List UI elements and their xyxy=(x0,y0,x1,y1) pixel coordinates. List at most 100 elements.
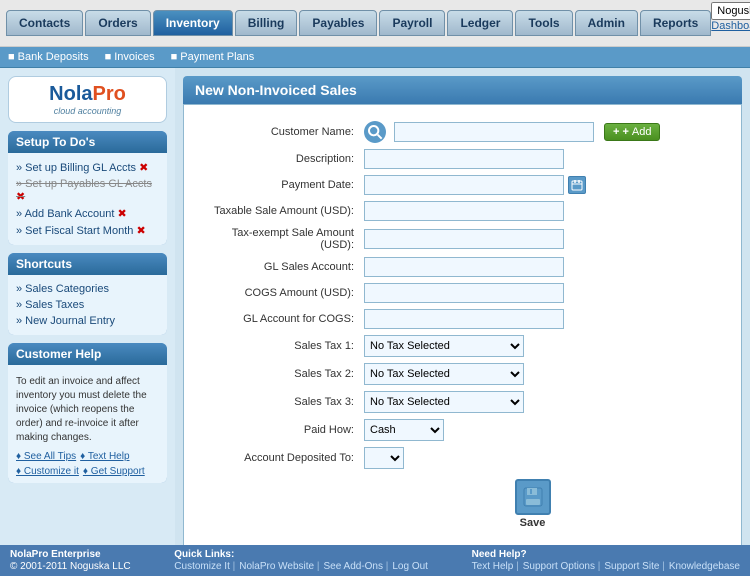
logo-pro: Pro xyxy=(93,83,126,105)
sales-tax1-label: Sales Tax 1: xyxy=(204,340,364,352)
payment-date-row: Payment Date: 2011-07-01 xyxy=(204,175,721,195)
paid-how-select[interactable]: Cash xyxy=(364,419,444,441)
customize-link[interactable]: ♦ Customize it xyxy=(16,466,79,477)
taxable-sale-input-wrap xyxy=(364,201,721,221)
sales-tax1-select[interactable]: No Tax Selected Tax Selected xyxy=(364,335,524,357)
footer-quicklinks-label: Quick Links: xyxy=(174,549,428,560)
save-button-area[interactable]: Save xyxy=(344,479,721,529)
add-button[interactable]: + Add xyxy=(604,123,660,141)
sales-tax3-input-wrap: No Tax Selected Tax Selected xyxy=(364,391,721,413)
tax-exempt-field[interactable] xyxy=(364,229,564,249)
gl-cogs-label: GL Account for COGS: xyxy=(204,313,364,325)
shortcut-new-journal[interactable]: » New Journal Entry xyxy=(16,313,159,329)
setup-item-2[interactable]: » Add Bank Account ✖ xyxy=(16,205,159,222)
get-support-link[interactable]: ♦ Get Support xyxy=(83,466,145,477)
customer-help-content: To edit an invoice and affect inventory … xyxy=(8,365,167,483)
tab-reports[interactable]: Reports xyxy=(640,10,711,36)
tab-inventory[interactable]: Inventory xyxy=(153,10,233,36)
gl-cogs-row: GL Account for COGS: xyxy=(204,309,721,329)
tab-ledger[interactable]: Ledger xyxy=(447,10,513,36)
tax-exempt-label: Tax-exempt Sale Amount (USD): xyxy=(204,227,364,251)
subnav-invoices[interactable]: ■ Invoices xyxy=(105,51,155,63)
account-deposited-input-wrap xyxy=(364,447,721,469)
search-icon xyxy=(367,124,383,140)
tab-admin[interactable]: Admin xyxy=(575,10,638,36)
save-label: Save xyxy=(520,517,546,529)
taxable-sale-field[interactable] xyxy=(364,201,564,221)
sales-tax2-input-wrap: No Tax Selected Tax Selected xyxy=(364,363,721,385)
setup-todos-box: Setup To Do's » Set up Billing GL Accts … xyxy=(8,131,167,245)
dashboard-link[interactable]: Dashboard xyxy=(711,20,750,44)
logo: NolaPro xyxy=(15,83,160,106)
save-icon xyxy=(515,479,551,515)
taxable-sale-label: Taxable Sale Amount (USD): xyxy=(204,205,364,217)
search-icon-wrap xyxy=(364,121,386,143)
cogs-amount-field[interactable] xyxy=(364,283,564,303)
sales-tax2-select[interactable]: No Tax Selected Tax Selected xyxy=(364,363,524,385)
shortcuts-box: Shortcuts » Sales Categories » Sales Tax… xyxy=(8,253,167,335)
form-area: Customer Name: + Add Description: xyxy=(183,104,742,545)
tab-orders[interactable]: Orders xyxy=(85,10,150,36)
footer-quicklinks-col: Quick Links: Customize It NolaPro Websit… xyxy=(174,549,428,572)
setup-item-1[interactable]: » Set up Payables GL Accts ✖ xyxy=(16,176,159,205)
payment-plans-icon: ■ xyxy=(171,51,178,63)
subnav-payment-plans[interactable]: ■ Payment Plans xyxy=(171,51,255,63)
cogs-amount-row: COGS Amount (USD): xyxy=(204,283,721,303)
gl-sales-row: GL Sales Account: xyxy=(204,257,721,277)
invoices-icon: ■ xyxy=(105,51,112,63)
text-help-link[interactable]: ♦ Text Help xyxy=(80,451,129,462)
sales-tax2-label: Sales Tax 2: xyxy=(204,368,364,380)
customer-name-row: Customer Name: + Add xyxy=(204,121,721,143)
footer-brand-col: NolaPro Enterprise © 2001-2011 Noguska L… xyxy=(10,549,131,572)
main-content: New Non-Invoiced Sales Customer Name: + … xyxy=(175,68,750,545)
customer-help-title: Customer Help xyxy=(8,343,167,365)
shortcut-sales-taxes[interactable]: » Sales Taxes xyxy=(16,297,159,313)
top-right: Noguska LLC Dashboard Log Out xyxy=(711,2,750,44)
calendar-icon[interactable] xyxy=(568,176,586,194)
tab-contacts[interactable]: Contacts xyxy=(6,10,83,36)
shortcuts-content: » Sales Categories » Sales Taxes » New J… xyxy=(8,275,167,335)
payment-date-field[interactable]: 2011-07-01 xyxy=(364,175,564,195)
sales-tax2-row: Sales Tax 2: No Tax Selected Tax Selecte… xyxy=(204,363,721,385)
gl-sales-field[interactable] xyxy=(364,257,564,277)
tab-tools[interactable]: Tools xyxy=(515,10,572,36)
tab-payables[interactable]: Payables xyxy=(299,10,377,36)
gl-cogs-field[interactable] xyxy=(364,309,564,329)
company-selector[interactable]: Noguska LLC xyxy=(711,2,750,20)
description-field[interactable] xyxy=(364,149,564,169)
see-all-tips-link[interactable]: ♦ See All Tips xyxy=(16,451,76,462)
account-deposited-label: Account Deposited To: xyxy=(204,452,364,464)
taxable-sale-row: Taxable Sale Amount (USD): xyxy=(204,201,721,221)
cogs-amount-input-wrap xyxy=(364,283,721,303)
customer-name-input-wrap: + Add xyxy=(364,121,721,143)
setup-item-0[interactable]: » Set up Billing GL Accts ✖ xyxy=(16,159,159,176)
account-deposited-select[interactable] xyxy=(364,447,404,469)
main-layout: NolaPro cloud accounting Setup To Do's »… xyxy=(0,68,750,545)
top-bar: Contacts Orders Inventory Billing Payabl… xyxy=(0,0,750,47)
sidebar: NolaPro cloud accounting Setup To Do's »… xyxy=(0,68,175,545)
company-select-dropdown[interactable]: Noguska LLC xyxy=(711,2,750,20)
add-icon: + xyxy=(622,126,628,138)
footer: NolaPro Enterprise © 2001-2011 Noguska L… xyxy=(0,545,750,576)
tax-exempt-input-wrap xyxy=(364,229,721,249)
tax-exempt-row: Tax-exempt Sale Amount (USD): xyxy=(204,227,721,251)
shortcuts-title: Shortcuts xyxy=(8,253,167,275)
gl-sales-input-wrap xyxy=(364,257,721,277)
logo-nola: Nola xyxy=(49,83,92,105)
help-text: To edit an invoice and affect inventory … xyxy=(16,371,159,449)
sales-tax3-select[interactable]: No Tax Selected Tax Selected xyxy=(364,391,524,413)
setup-item-3[interactable]: » Set Fiscal Start Month ✖ xyxy=(16,222,159,239)
subnav-bank-deposits[interactable]: ■ Bank Deposits xyxy=(8,51,89,63)
description-input-wrap xyxy=(364,149,721,169)
customer-name-field[interactable] xyxy=(394,122,594,142)
page-title: New Non-Invoiced Sales xyxy=(183,76,742,104)
tab-payroll[interactable]: Payroll xyxy=(379,10,445,36)
cogs-amount-label: COGS Amount (USD): xyxy=(204,287,364,299)
customer-name-label: Customer Name: xyxy=(204,126,364,138)
gl-cogs-input-wrap xyxy=(364,309,721,329)
tab-billing[interactable]: Billing xyxy=(235,10,298,36)
paid-how-label: Paid How: xyxy=(204,424,364,436)
shortcut-sales-categories[interactable]: » Sales Categories xyxy=(16,281,159,297)
sales-tax1-row: Sales Tax 1: No Tax Selected Tax Selecte… xyxy=(204,335,721,357)
sub-nav: ■ Bank Deposits ■ Invoices ■ Payment Pla… xyxy=(0,47,750,68)
